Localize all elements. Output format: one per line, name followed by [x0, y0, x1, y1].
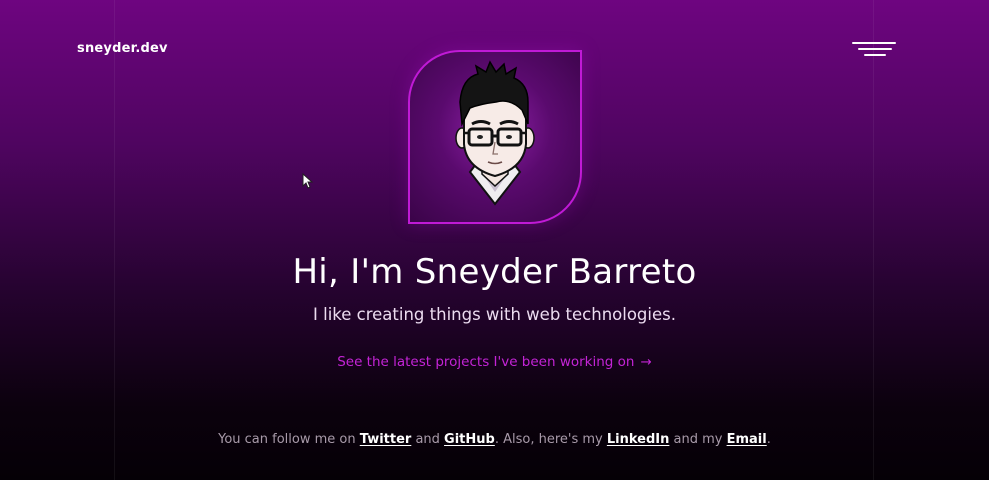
latest-projects-label: See the latest projects I've been workin…: [337, 354, 635, 370]
brand-logo-link[interactable]: sneyder.dev: [77, 41, 168, 56]
follow-text: You can follow me on: [218, 432, 360, 447]
follow-text: .: [766, 432, 771, 447]
follow-text: and: [411, 432, 445, 447]
hamburger-menu-icon: [852, 42, 896, 44]
github-link[interactable]: GitHub: [444, 432, 495, 447]
avatar-illustration-icon: [455, 60, 535, 206]
mouse-pointer-icon: [302, 173, 314, 189]
hero-subtitle: I like creating things with web technolo…: [313, 305, 676, 324]
social-follow-line: You can follow me on Twitter and GitHub.…: [0, 432, 989, 447]
hamburger-menu-button[interactable]: [850, 38, 898, 62]
layout-guide-right: [873, 0, 874, 480]
twitter-link[interactable]: Twitter: [360, 432, 412, 447]
follow-text: . Also, here's my: [494, 432, 607, 447]
hamburger-menu-icon-line: [864, 54, 886, 56]
follow-text: and my: [669, 432, 727, 447]
email-link[interactable]: Email: [727, 432, 767, 447]
arrow-right-icon: →: [640, 354, 652, 370]
latest-projects-link[interactable]: See the latest projects I've been workin…: [0, 354, 989, 370]
linkedin-link[interactable]: LinkedIn: [607, 432, 670, 447]
layout-guide-left: [114, 0, 115, 480]
hero-title: Hi, I'm Sneyder Barreto: [292, 252, 697, 292]
hamburger-menu-icon-line: [858, 48, 892, 50]
avatar-frame: [408, 50, 582, 224]
